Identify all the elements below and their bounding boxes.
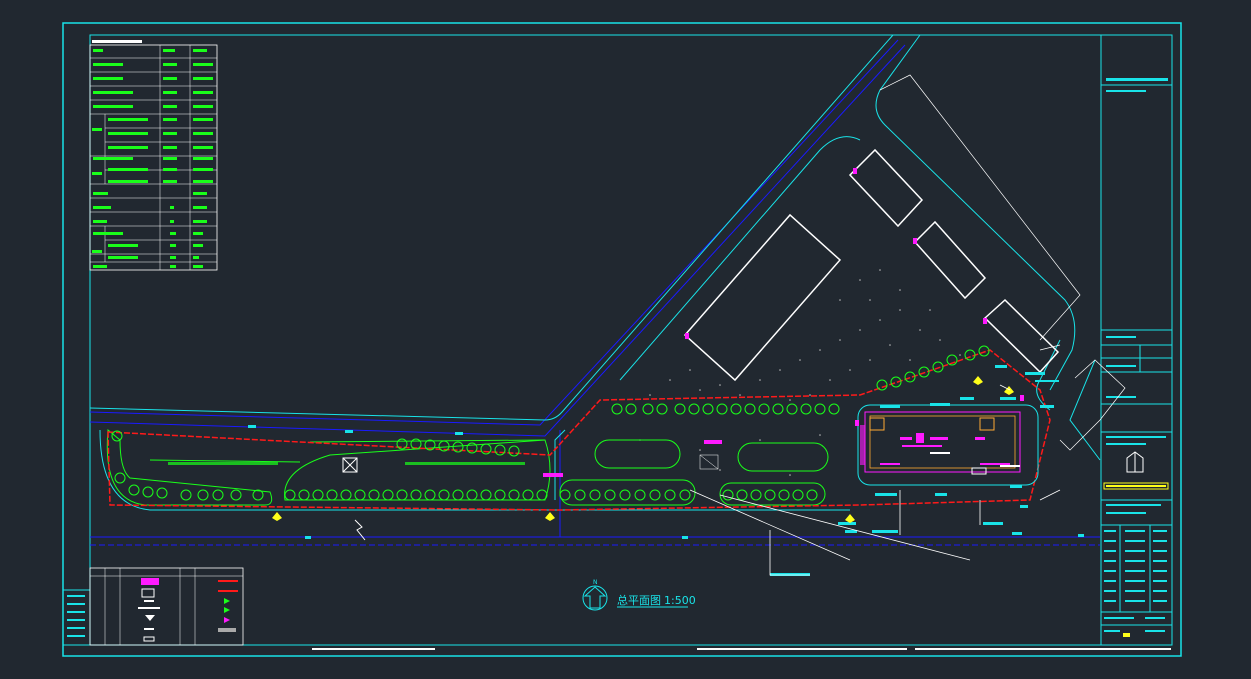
main-building [857, 404, 1039, 486]
title-block [1100, 78, 1173, 646]
north-arrow-icon: N [582, 579, 608, 611]
buildings [683, 148, 1060, 382]
drawing-scale: 1:500 [664, 594, 696, 607]
outer-site-line [879, 74, 1126, 451]
leader-lines [689, 344, 1061, 576]
drawing-title: 总平面图 [617, 593, 661, 607]
legend-table [89, 567, 244, 646]
road-centerlines [89, 39, 1100, 546]
entrance-marker-icon [272, 376, 1014, 523]
inner-frame [89, 34, 1173, 646]
north-label: N [593, 579, 598, 586]
left-stamp-block [62, 589, 91, 646]
cad-drawing: N 总平面图 1:500 [62, 22, 1182, 657]
property-redline [107, 349, 1051, 511]
outer-frame [62, 22, 1182, 657]
magenta-markers [543, 168, 1024, 477]
bottom-scale-bars [312, 648, 1171, 650]
economic-index-table [89, 40, 218, 271]
